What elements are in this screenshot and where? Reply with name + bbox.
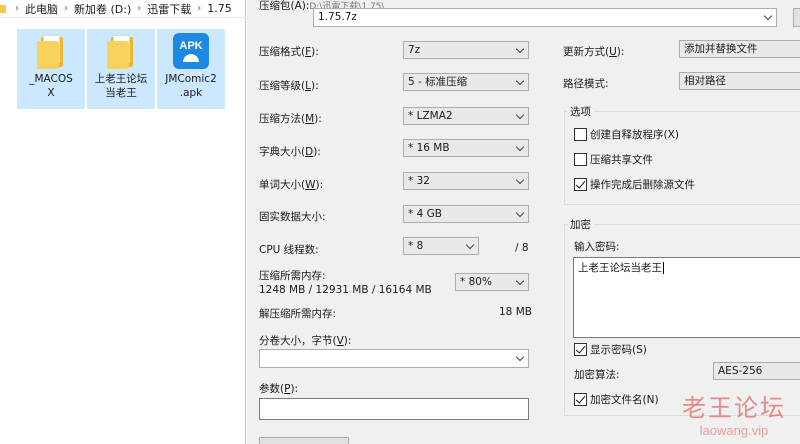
watermark-logo: 老王论坛 laowang.vip — [682, 388, 786, 438]
format-label: 压缩格式(F): — [259, 46, 319, 58]
chevron-right-icon: › — [15, 3, 19, 14]
solid-block-size-select[interactable]: * 4 GB — [403, 205, 529, 223]
memory-usage-select[interactable]: * 80% — [455, 273, 529, 291]
compress-memory-label: 压缩所需内存: — [259, 270, 326, 282]
encryption-method-select[interactable]: AES-256 — [713, 362, 800, 380]
add-to-archive-dialog: 压缩包(A):D:\迅雷下载\1.75\ 1.75.7z 压缩格式(F): 7z… — [247, 0, 800, 444]
file-item-macosx[interactable]: _MACOS X — [17, 29, 85, 109]
breadcrumb-xunlei-downloads[interactable]: 迅雷下载 — [144, 1, 194, 17]
parameters-input[interactable] — [259, 398, 529, 420]
options-button[interactable] — [259, 437, 349, 444]
folder-icon — [37, 33, 65, 69]
breadcrumb: › 此电脑 › 新加卷 (D:) › 迅雷下载 › 1.75 — [0, 0, 246, 18]
file-name: JMComic2 .apk — [165, 73, 217, 99]
checkbox-box — [574, 153, 587, 166]
parameters-label: 参数(P): — [259, 383, 299, 395]
word-size-select[interactable]: * 32 — [403, 172, 529, 190]
format-select[interactable]: 7z — [403, 41, 529, 59]
word-size-label: 单词大小(W): — [259, 179, 324, 191]
method-select[interactable]: * LZMA2 — [403, 107, 529, 125]
apk-icon: APK — [173, 33, 209, 69]
path-mode-select[interactable]: 相对路径 — [679, 72, 800, 90]
chevron-down-icon — [515, 110, 525, 120]
chevron-down-icon — [465, 240, 475, 250]
options-group-title: 选项 — [567, 104, 594, 119]
level-select[interactable]: 5 - 标准压缩 — [403, 73, 529, 91]
cpu-threads-select[interactable]: * 8 — [403, 237, 479, 255]
check-icon — [574, 393, 587, 406]
compress-memory-detail: 1248 MB / 12931 MB / 16164 MB — [259, 284, 432, 296]
chevron-down-icon — [515, 208, 525, 218]
check-icon — [574, 178, 587, 191]
decompress-memory-label: 解压缩所需内存: — [259, 308, 337, 320]
browse-button[interactable] — [793, 8, 800, 27]
chevron-down-icon — [515, 352, 525, 362]
breadcrumb-drive-d[interactable]: 新加卷 (D:) — [71, 1, 134, 17]
chevron-down-icon — [515, 44, 525, 54]
file-name: _MACOS X — [29, 73, 73, 99]
archive-path-value: 1.75.7z — [318, 11, 357, 23]
split-size-combobox[interactable] — [259, 349, 529, 368]
cpu-threads-max: / 8 — [515, 242, 529, 254]
chevron-down-icon — [515, 76, 525, 86]
solid-block-size-label: 固实数据大小: — [259, 211, 326, 223]
chevron-right-icon: › — [64, 3, 68, 14]
file-name: 上老王论坛 当老王 — [94, 73, 148, 99]
level-label: 压缩等级(L): — [259, 80, 319, 92]
encrypt-filenames-checkbox[interactable]: 加密文件名(N) — [574, 392, 659, 407]
chevron-down-icon — [763, 11, 773, 21]
chevron-down-icon — [515, 175, 525, 185]
path-mode-label: 路径模式: — [563, 78, 609, 90]
password-label: 输入密码: — [574, 241, 620, 253]
show-password-checkbox[interactable]: 显示密码(S) — [574, 342, 647, 357]
password-input[interactable]: 上老王论坛当老王 — [573, 257, 800, 279]
file-item-jmcomic-apk[interactable]: APK JMComic2 .apk — [157, 29, 225, 109]
chevron-right-icon: › — [137, 3, 142, 14]
watermark-en: laowang.vip — [699, 423, 769, 438]
create-sfx-checkbox[interactable]: 创建自释放程序(X) — [574, 127, 679, 142]
chevron-down-icon — [515, 276, 525, 286]
update-mode-label: 更新方式(U): — [563, 46, 625, 58]
dictionary-size-select[interactable]: * 16 MB — [403, 139, 529, 157]
folder-icon — [107, 33, 135, 69]
encryption-group-title: 加密 — [567, 217, 594, 232]
breadcrumb-this-pc[interactable]: 此电脑 — [22, 1, 61, 17]
encryption-method-label: 加密算法: — [574, 369, 620, 381]
compress-shared-files-checkbox[interactable]: 压缩共享文件 — [574, 152, 653, 167]
update-mode-select[interactable]: 添加并替换文件 — [679, 40, 800, 58]
password-confirm-area — [573, 278, 800, 338]
check-icon — [574, 343, 587, 356]
checkbox-box — [574, 128, 587, 141]
cpu-threads-label: CPU 线程数: — [259, 244, 319, 256]
split-size-label: 分卷大小，字节(V): — [259, 335, 352, 347]
chevron-right-icon: › — [197, 3, 202, 14]
folder-icon — [0, 4, 6, 13]
chevron-down-icon — [515, 142, 525, 152]
watermark-cn: 老王论坛 — [682, 394, 786, 422]
dictionary-size-label: 字典大小(D): — [259, 146, 321, 158]
delete-after-compress-checkbox[interactable]: 操作完成后删除源文件 — [574, 177, 695, 192]
file-explorer: › 此电脑 › 新加卷 (D:) › 迅雷下载 › 1.75 _MACOS X 上… — [0, 0, 246, 444]
file-item-laowang-folder[interactable]: 上老王论坛 当老王 — [87, 29, 155, 109]
decompress-memory-value: 18 MB — [499, 306, 532, 318]
breadcrumb-folder-175[interactable]: 1.75 — [204, 2, 235, 15]
file-list: _MACOS X 上老王论坛 当老王 APK JMComic2 .apk — [17, 29, 225, 109]
archive-path-combobox[interactable]: 1.75.7z — [313, 8, 777, 27]
method-label: 压缩方法(M): — [259, 113, 322, 125]
